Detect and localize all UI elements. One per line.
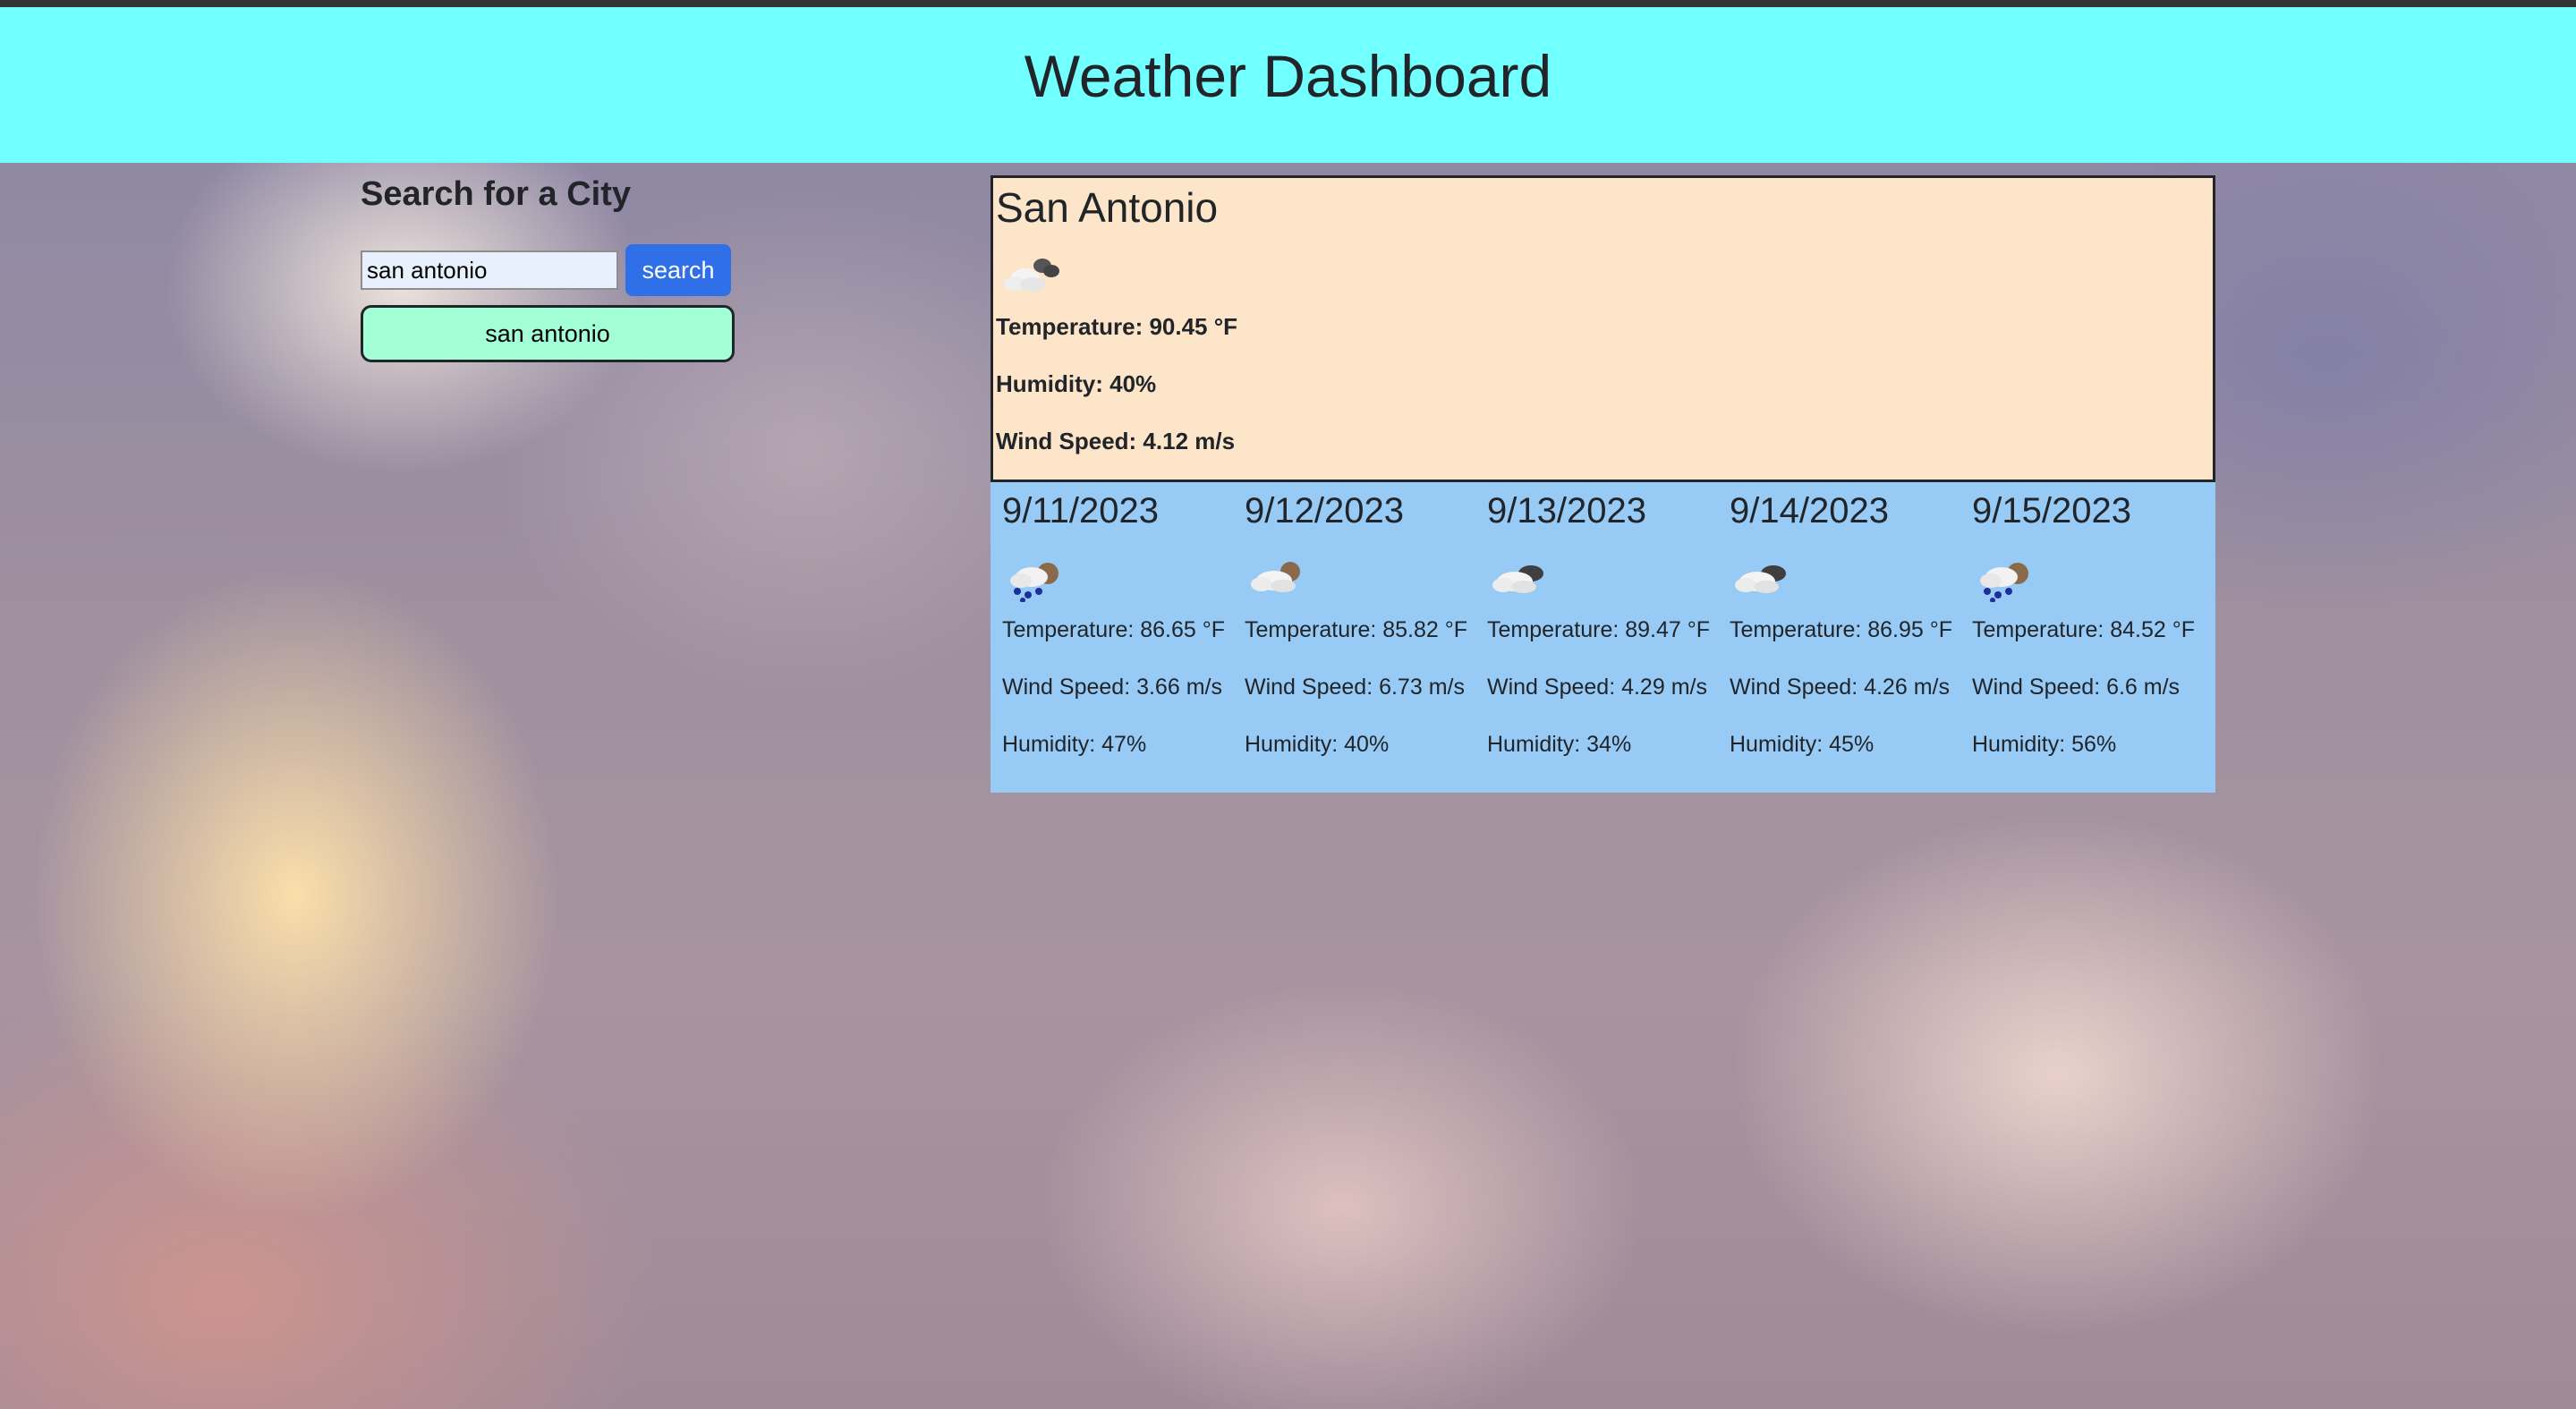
forecast-date: 9/12/2023 bbox=[1245, 491, 1404, 530]
search-row: search bbox=[361, 244, 736, 296]
forecast-wind-speed: Wind Speed: 3.66 m/s bbox=[1002, 675, 1222, 700]
current-wind-speed: Wind Speed: 4.12 m/s bbox=[996, 428, 1236, 454]
forecast-temperature: Temperature: 85.82 °F bbox=[1245, 617, 1468, 642]
forecast-date: 9/13/2023 bbox=[1487, 491, 1646, 530]
forecast-wind-speed: Wind Speed: 4.26 m/s bbox=[1730, 675, 1950, 700]
search-panel: Search for a City search san antonio bbox=[361, 175, 736, 362]
forecast-day-card: 9/15/2023 Temperature: 84.52 °F Wind Spe… bbox=[1960, 482, 2202, 793]
forecast-date: 9/14/2023 bbox=[1730, 491, 1889, 530]
current-city-name: San Antonio bbox=[996, 184, 1219, 231]
forecast-day-card: 9/12/2023 Temperature: 85.82 °F Wind Spe… bbox=[1233, 482, 1475, 793]
forecast-humidity: Humidity: 56% bbox=[1972, 732, 2117, 757]
forecast-day-card: 9/14/2023 Temperature: 86.95 °F Wind Spe… bbox=[1718, 482, 1960, 793]
page-title: Weather Dashboard bbox=[1024, 43, 1552, 109]
forecast-temperature: Temperature: 86.95 °F bbox=[1730, 617, 1953, 642]
cloud-icon bbox=[1251, 562, 1300, 592]
current-weather-card: San Antonio Temperature: 90.45 °F Humidi… bbox=[990, 175, 2215, 482]
forecast-humidity: Humidity: 45% bbox=[1730, 732, 1875, 757]
forecast-temperature: Temperature: 89.47 °F bbox=[1487, 617, 1711, 642]
city-search-input[interactable] bbox=[361, 250, 618, 290]
forecast-humidity: Humidity: 34% bbox=[1487, 732, 1632, 757]
forecast-temperature: Temperature: 86.65 °F bbox=[1002, 617, 1226, 642]
current-humidity: Humidity: 40% bbox=[996, 370, 1157, 397]
cloud-icon bbox=[1492, 565, 1543, 593]
search-heading: Search for a City bbox=[361, 175, 631, 213]
forecast-day-card: 9/11/2023 Temperature: 86.65 °F Wind Spe… bbox=[990, 482, 1232, 793]
five-day-forecast: 9/11/2023 Temperature: 86.65 °F Wind Spe… bbox=[990, 482, 2215, 793]
forecast-temperature: Temperature: 84.52 °F bbox=[1972, 617, 2196, 642]
forecast-date: 9/15/2023 bbox=[1972, 491, 2131, 530]
rain-icon bbox=[1980, 563, 2028, 602]
forecast-wind-speed: Wind Speed: 6.6 m/s bbox=[1972, 675, 2181, 700]
forecast-humidity: Humidity: 40% bbox=[1245, 732, 1390, 757]
rain-icon bbox=[1010, 563, 1058, 602]
cloud-icon bbox=[1004, 259, 1059, 292]
forecast-wind-speed: Wind Speed: 4.29 m/s bbox=[1487, 675, 1707, 700]
forecast-date: 9/11/2023 bbox=[1002, 491, 1159, 530]
search-button[interactable]: search bbox=[625, 244, 731, 296]
top-border bbox=[0, 0, 2576, 7]
history-button-san-antonio[interactable]: san antonio bbox=[361, 305, 735, 362]
forecast-humidity: Humidity: 47% bbox=[1002, 732, 1147, 757]
current-temperature: Temperature: 90.45 °F bbox=[996, 313, 1238, 340]
forecast-wind-speed: Wind Speed: 6.73 m/s bbox=[1245, 675, 1465, 700]
cloud-icon bbox=[1735, 565, 1786, 593]
page-header: Weather Dashboard bbox=[0, 7, 2576, 163]
forecast-day-card: 9/13/2023 Temperature: 89.47 °F Wind Spe… bbox=[1475, 482, 1717, 793]
